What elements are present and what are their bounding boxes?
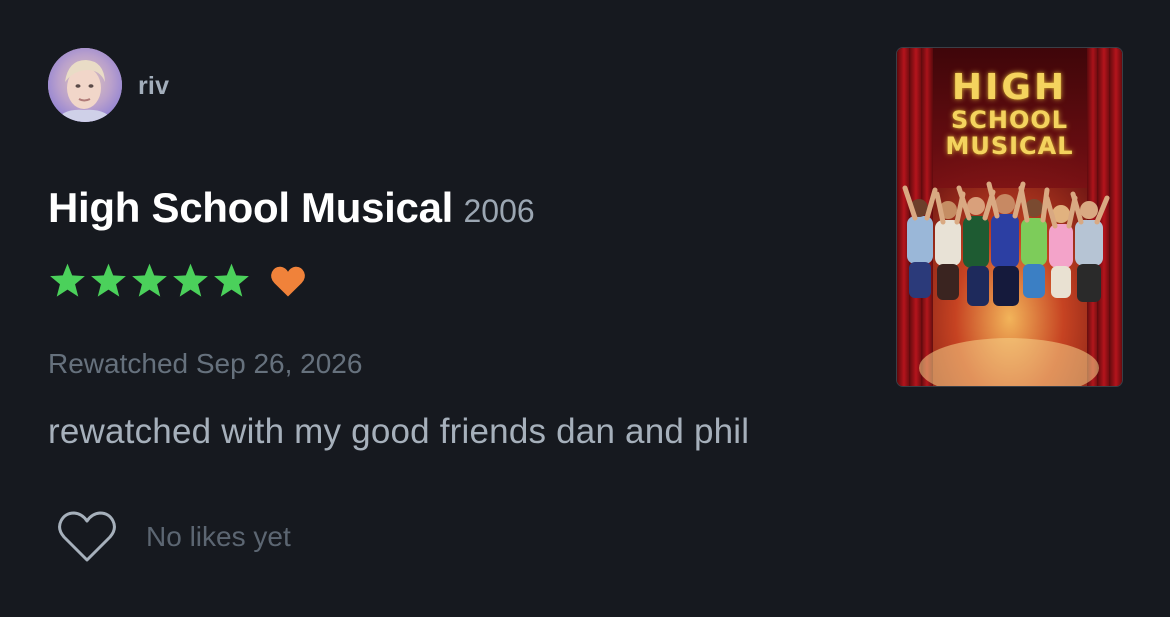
review-text: rewatched with my good friends dan and p… (48, 412, 750, 451)
film-title[interactable]: High School Musical (48, 184, 453, 231)
star-icon (91, 263, 126, 297)
like-row: No likes yet (56, 510, 291, 564)
likes-count: No likes yet (146, 521, 291, 552)
heart-outline-icon[interactable] (56, 510, 118, 564)
star-icon (132, 263, 167, 297)
user-avatar[interactable] (48, 48, 122, 122)
username[interactable]: riv (138, 72, 169, 101)
star-icon (50, 263, 85, 297)
watched-date: Rewatched Sep 26, 2026 (48, 348, 363, 379)
film-title-row: High School Musical 2006 (48, 184, 535, 232)
review-card: riv High School Musical 2006 Rewatched S… (0, 0, 1170, 617)
rating-row (48, 262, 307, 299)
poster-logo-line: HIGH (951, 67, 1068, 108)
avatar-image (48, 48, 122, 122)
star-icon (173, 263, 208, 297)
liked-heart-icon (271, 266, 305, 296)
star-rating (48, 262, 251, 299)
film-year[interactable]: 2006 (463, 193, 534, 229)
poster-logo: HIGH SCHOOL MUSICAL (897, 67, 1122, 160)
poster-logo-line: SCHOOL (950, 106, 1069, 134)
film-poster[interactable]: HIGH SCHOOL MUSICAL (897, 48, 1122, 386)
star-icon (214, 263, 249, 297)
poster-logo-line: MUSICAL (945, 132, 1074, 160)
